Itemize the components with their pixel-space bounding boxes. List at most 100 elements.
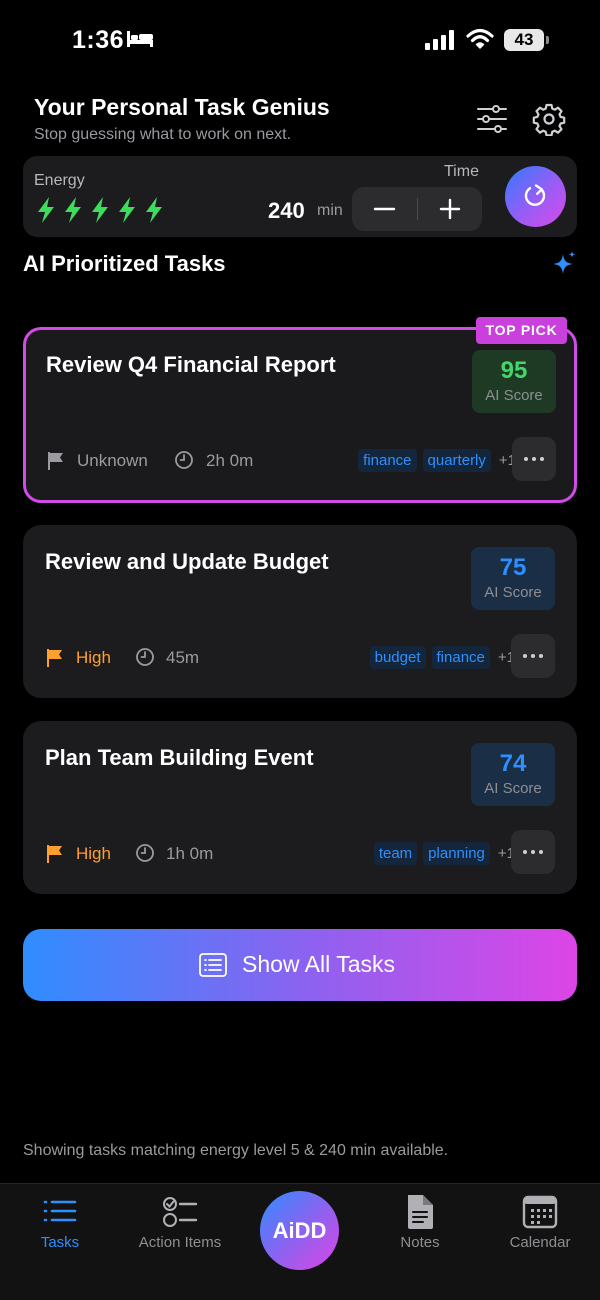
- tab-action-items[interactable]: Action Items: [120, 1184, 240, 1264]
- page-subtitle: Stop guessing what to work on next.: [34, 126, 292, 143]
- list-icon: [199, 953, 227, 977]
- tag-chip[interactable]: planning: [423, 841, 490, 865]
- priority-flag-icon: [47, 845, 62, 863]
- ellipsis-dot: [523, 850, 527, 854]
- clock-icon: [175, 451, 193, 469]
- status-bar: 1:36 43: [0, 22, 600, 62]
- filter-sliders-icon[interactable]: [476, 104, 508, 134]
- ellipsis-dot: [540, 457, 544, 461]
- tag-chip[interactable]: finance: [431, 645, 490, 669]
- increase-time-button[interactable]: [418, 187, 482, 231]
- battery-indicator: 43: [504, 29, 544, 51]
- priority-flag-icon: [47, 649, 62, 667]
- ai-score-label: AI Score: [485, 387, 543, 404]
- ellipsis-dot: [539, 850, 543, 854]
- clock-icon: [136, 648, 154, 666]
- time-stepper: [352, 187, 482, 231]
- tag-chip[interactable]: quarterly: [422, 448, 491, 472]
- energy-bolt-icon[interactable]: [35, 196, 57, 224]
- ai-score-badge: 74 AI Score: [471, 743, 555, 806]
- minus-icon: [373, 207, 396, 211]
- task-card[interactable]: Plan Team Building Event 74 AI Score Hig…: [23, 721, 577, 894]
- tab-label: Notes: [400, 1234, 440, 1251]
- settings-gear-icon[interactable]: [532, 102, 566, 136]
- priority-label: High: [76, 844, 111, 863]
- show-all-tasks-button[interactable]: Show All Tasks: [23, 929, 577, 1001]
- tag-chip[interactable]: team: [373, 841, 418, 865]
- refresh-button[interactable]: [505, 166, 566, 227]
- filter-summary: Showing tasks matching energy level 5 & …: [23, 1142, 449, 1159]
- tag-chip[interactable]: budget: [369, 645, 426, 669]
- page-title: Your Personal Task Genius: [34, 94, 330, 120]
- task-meta: High 45m budget finance +1: [45, 645, 515, 671]
- task-title: Review and Update Budget: [45, 549, 329, 574]
- tab-label: Tasks: [40, 1234, 80, 1251]
- time-label: Time: [444, 163, 479, 180]
- ai-score-badge: 75 AI Score: [471, 547, 555, 610]
- tab-tasks[interactable]: Tasks: [0, 1184, 120, 1264]
- bed-icon: [127, 31, 153, 47]
- document-icon: [408, 1195, 433, 1229]
- task-more-button[interactable]: [512, 437, 556, 481]
- ellipsis-dot: [532, 457, 536, 461]
- clock-icon: [136, 844, 154, 862]
- section-title: AI Prioritized Tasks: [23, 251, 226, 276]
- ai-score-label: AI Score: [484, 780, 542, 797]
- top-pick-badge: TOP PICK: [476, 317, 567, 344]
- ai-score-label: AI Score: [484, 584, 542, 601]
- priority-flag-icon: [48, 452, 63, 470]
- checklist-icon: [163, 1197, 198, 1227]
- ai-score-value: 74: [499, 750, 527, 777]
- sparkle-icon: [553, 251, 576, 274]
- show-all-tasks-label: Show All Tasks: [242, 951, 395, 977]
- ai-score-badge: 95 AI Score: [472, 350, 556, 413]
- ellipsis-dot: [523, 654, 527, 658]
- status-time: 1:36: [72, 26, 125, 54]
- energy-level-selector[interactable]: [35, 196, 165, 224]
- tab-calendar[interactable]: Calendar: [480, 1184, 600, 1264]
- task-meta: High 1h 0m team planning +1: [45, 841, 515, 867]
- ai-score-value: 75: [499, 554, 527, 581]
- refresh-icon: [524, 184, 546, 206]
- tab-label: Calendar: [509, 1234, 571, 1251]
- battery-cap: [546, 36, 549, 44]
- calendar-icon: [522, 1195, 558, 1229]
- task-title: Review Q4 Financial Report: [46, 352, 336, 377]
- duration-label: 2h 0m: [206, 451, 254, 470]
- task-card[interactable]: Review and Update Budget 75 AI Score Hig…: [23, 525, 577, 698]
- tag-list: team planning +1: [373, 841, 515, 865]
- energy-bolt-icon[interactable]: [143, 196, 165, 224]
- task-meta: Unknown 2h 0m finance quarterly +1: [46, 448, 516, 474]
- plus-icon: [439, 198, 461, 220]
- aidd-center-button[interactable]: AiDD: [260, 1191, 339, 1270]
- tag-list: finance quarterly +1: [358, 448, 516, 472]
- task-more-button[interactable]: [511, 634, 555, 678]
- energy-label: Energy: [34, 172, 85, 189]
- energy-time-panel: Energy Time 240 min: [23, 156, 577, 237]
- task-card[interactable]: Review Q4 Financial Report 95 AI Score U…: [23, 327, 577, 503]
- decrease-time-button[interactable]: [352, 187, 417, 231]
- priority-label: Unknown: [77, 451, 148, 470]
- time-unit: min: [317, 202, 343, 219]
- ellipsis-dot: [531, 850, 535, 854]
- task-title: Plan Team Building Event: [45, 745, 314, 770]
- energy-bolt-icon[interactable]: [89, 196, 111, 224]
- tab-label: Action Items: [138, 1234, 222, 1251]
- task-more-button[interactable]: [511, 830, 555, 874]
- task-list-icon: [43, 1200, 77, 1222]
- ai-score-value: 95: [500, 357, 528, 384]
- tag-chip[interactable]: finance: [358, 448, 417, 472]
- time-value: 240: [268, 198, 305, 223]
- tab-notes[interactable]: Notes: [360, 1184, 480, 1264]
- ellipsis-dot: [524, 457, 528, 461]
- duration-label: 45m: [166, 648, 200, 667]
- tag-list: budget finance +1: [369, 645, 515, 669]
- cellular-signal-icon: [425, 30, 454, 50]
- energy-bolt-icon[interactable]: [116, 196, 138, 224]
- wifi-icon: [466, 28, 494, 49]
- ellipsis-dot: [531, 654, 535, 658]
- duration-label: 1h 0m: [166, 844, 214, 863]
- energy-bolt-icon[interactable]: [62, 196, 84, 224]
- ellipsis-dot: [539, 654, 543, 658]
- priority-label: High: [76, 648, 111, 667]
